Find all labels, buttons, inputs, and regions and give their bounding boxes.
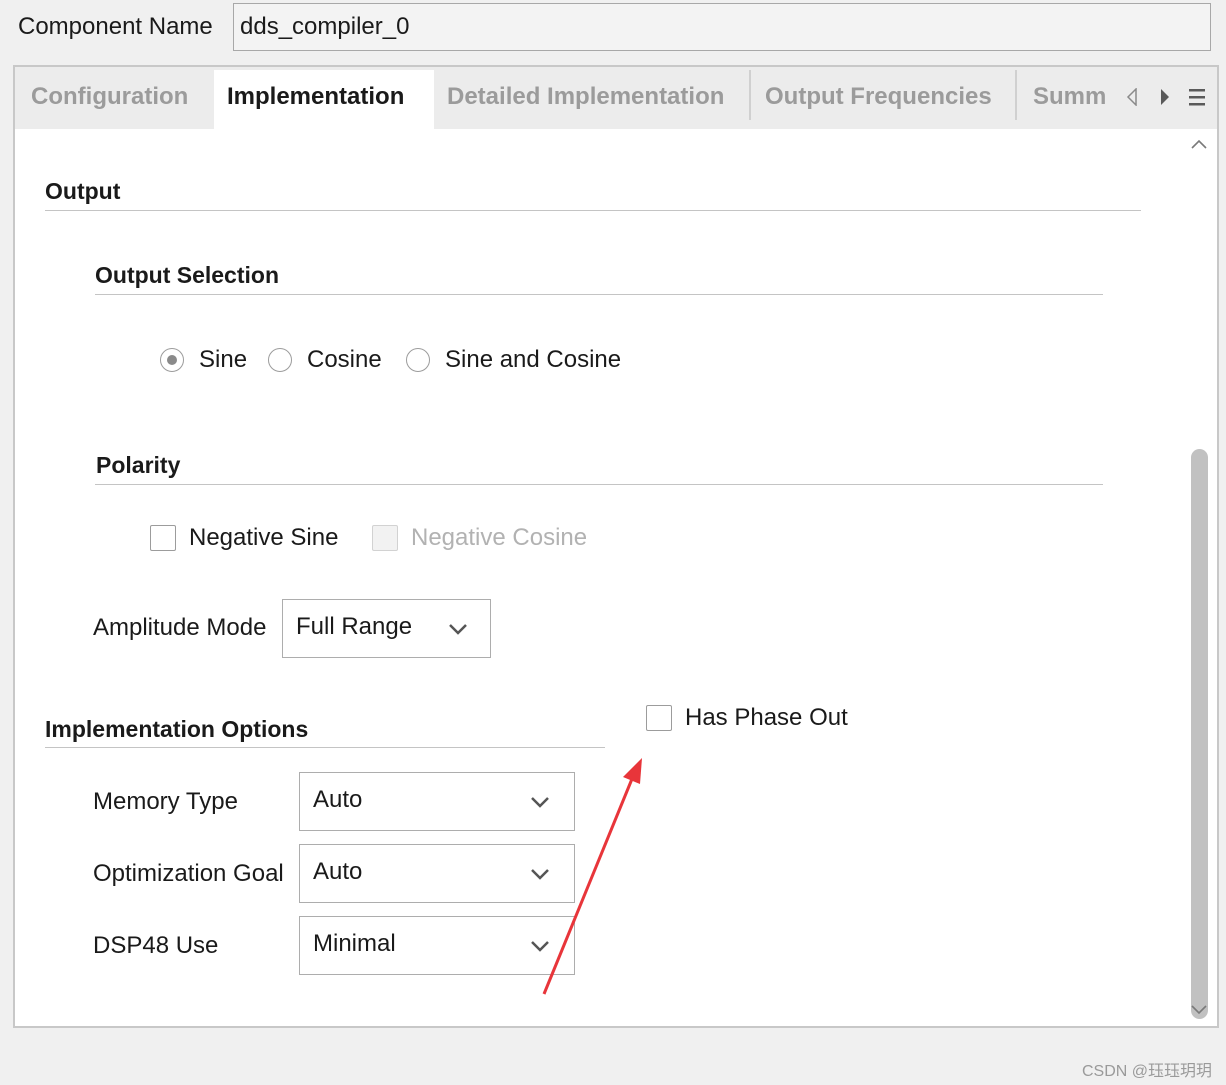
- divider: [95, 294, 1103, 295]
- amplitude-mode-value: Full Range: [296, 613, 413, 640]
- section-title-output-selection: Output Selection: [95, 262, 279, 288]
- dsp48-use-label: DSP48 Use: [93, 932, 219, 959]
- chevron-down-icon: [449, 624, 467, 635]
- tab-separator: [1015, 70, 1017, 120]
- annotation-arrow-head: [623, 758, 642, 784]
- memory-type-value: Auto: [313, 786, 363, 813]
- tab-implementation[interactable]: Implementation: [227, 83, 404, 111]
- watermark: CSDN @珏珏玥玥: [1081, 1063, 1212, 1080]
- radio-cosine-label: Cosine: [307, 346, 382, 373]
- negative-cosine-checkbox[interactable]: [372, 525, 398, 551]
- amplitude-mode-label: Amplitude Mode: [93, 614, 267, 641]
- scroll-up-icon[interactable]: [1190, 138, 1208, 150]
- tab-separator: [749, 70, 751, 120]
- memory-type-label: Memory Type: [93, 788, 238, 815]
- negative-sine-checkbox[interactable]: [150, 525, 176, 551]
- radio-sine[interactable]: [160, 348, 184, 372]
- scroll-down-icon[interactable]: [1190, 1004, 1208, 1016]
- negative-sine-label: Negative Sine: [189, 524, 339, 551]
- optimization-goal-label: Optimization Goal: [93, 860, 284, 887]
- amplitude-mode-select[interactable]: Full Range: [282, 599, 491, 658]
- negative-cosine-label: Negative Cosine: [411, 524, 588, 551]
- tab-menu-icon[interactable]: [1187, 87, 1207, 107]
- optimization-goal-value: Auto: [313, 858, 363, 885]
- annotation-arrow-shaft: [542, 773, 636, 995]
- scrollbar-thumb[interactable]: [1191, 449, 1208, 1019]
- divider: [95, 484, 1103, 485]
- tab-summary[interactable]: Summ: [1033, 83, 1106, 111]
- component-name-label: Component Name: [18, 13, 213, 40]
- radio-cosine[interactable]: [268, 348, 292, 372]
- tab-output-frequencies[interactable]: Output Frequencies: [765, 83, 992, 111]
- tab-configuration[interactable]: Configuration: [31, 83, 188, 111]
- tab-detailed-implementation[interactable]: Detailed Implementation: [447, 83, 724, 111]
- radio-sine-and-cosine[interactable]: [406, 348, 430, 372]
- has-phase-out-label: Has Phase Out: [685, 704, 848, 731]
- tab-scroll-left-icon[interactable]: [1125, 88, 1139, 106]
- radio-sine-and-cosine-label: Sine and Cosine: [445, 346, 622, 373]
- has-phase-out-checkbox[interactable]: [646, 705, 672, 731]
- section-title-polarity: Polarity: [96, 452, 181, 478]
- tab-scroll-right-icon[interactable]: [1158, 88, 1172, 106]
- divider: [45, 747, 605, 748]
- section-title-output: Output: [45, 178, 121, 204]
- section-title-implementation-options: Implementation Options: [45, 716, 309, 742]
- annotation-arrow-icon: [542, 758, 642, 995]
- radio-sine-label: Sine: [199, 346, 248, 373]
- dsp48-use-value: Minimal: [313, 930, 396, 957]
- divider: [45, 210, 1141, 211]
- component-name-field[interactable]: dds_compiler_0: [233, 3, 1211, 51]
